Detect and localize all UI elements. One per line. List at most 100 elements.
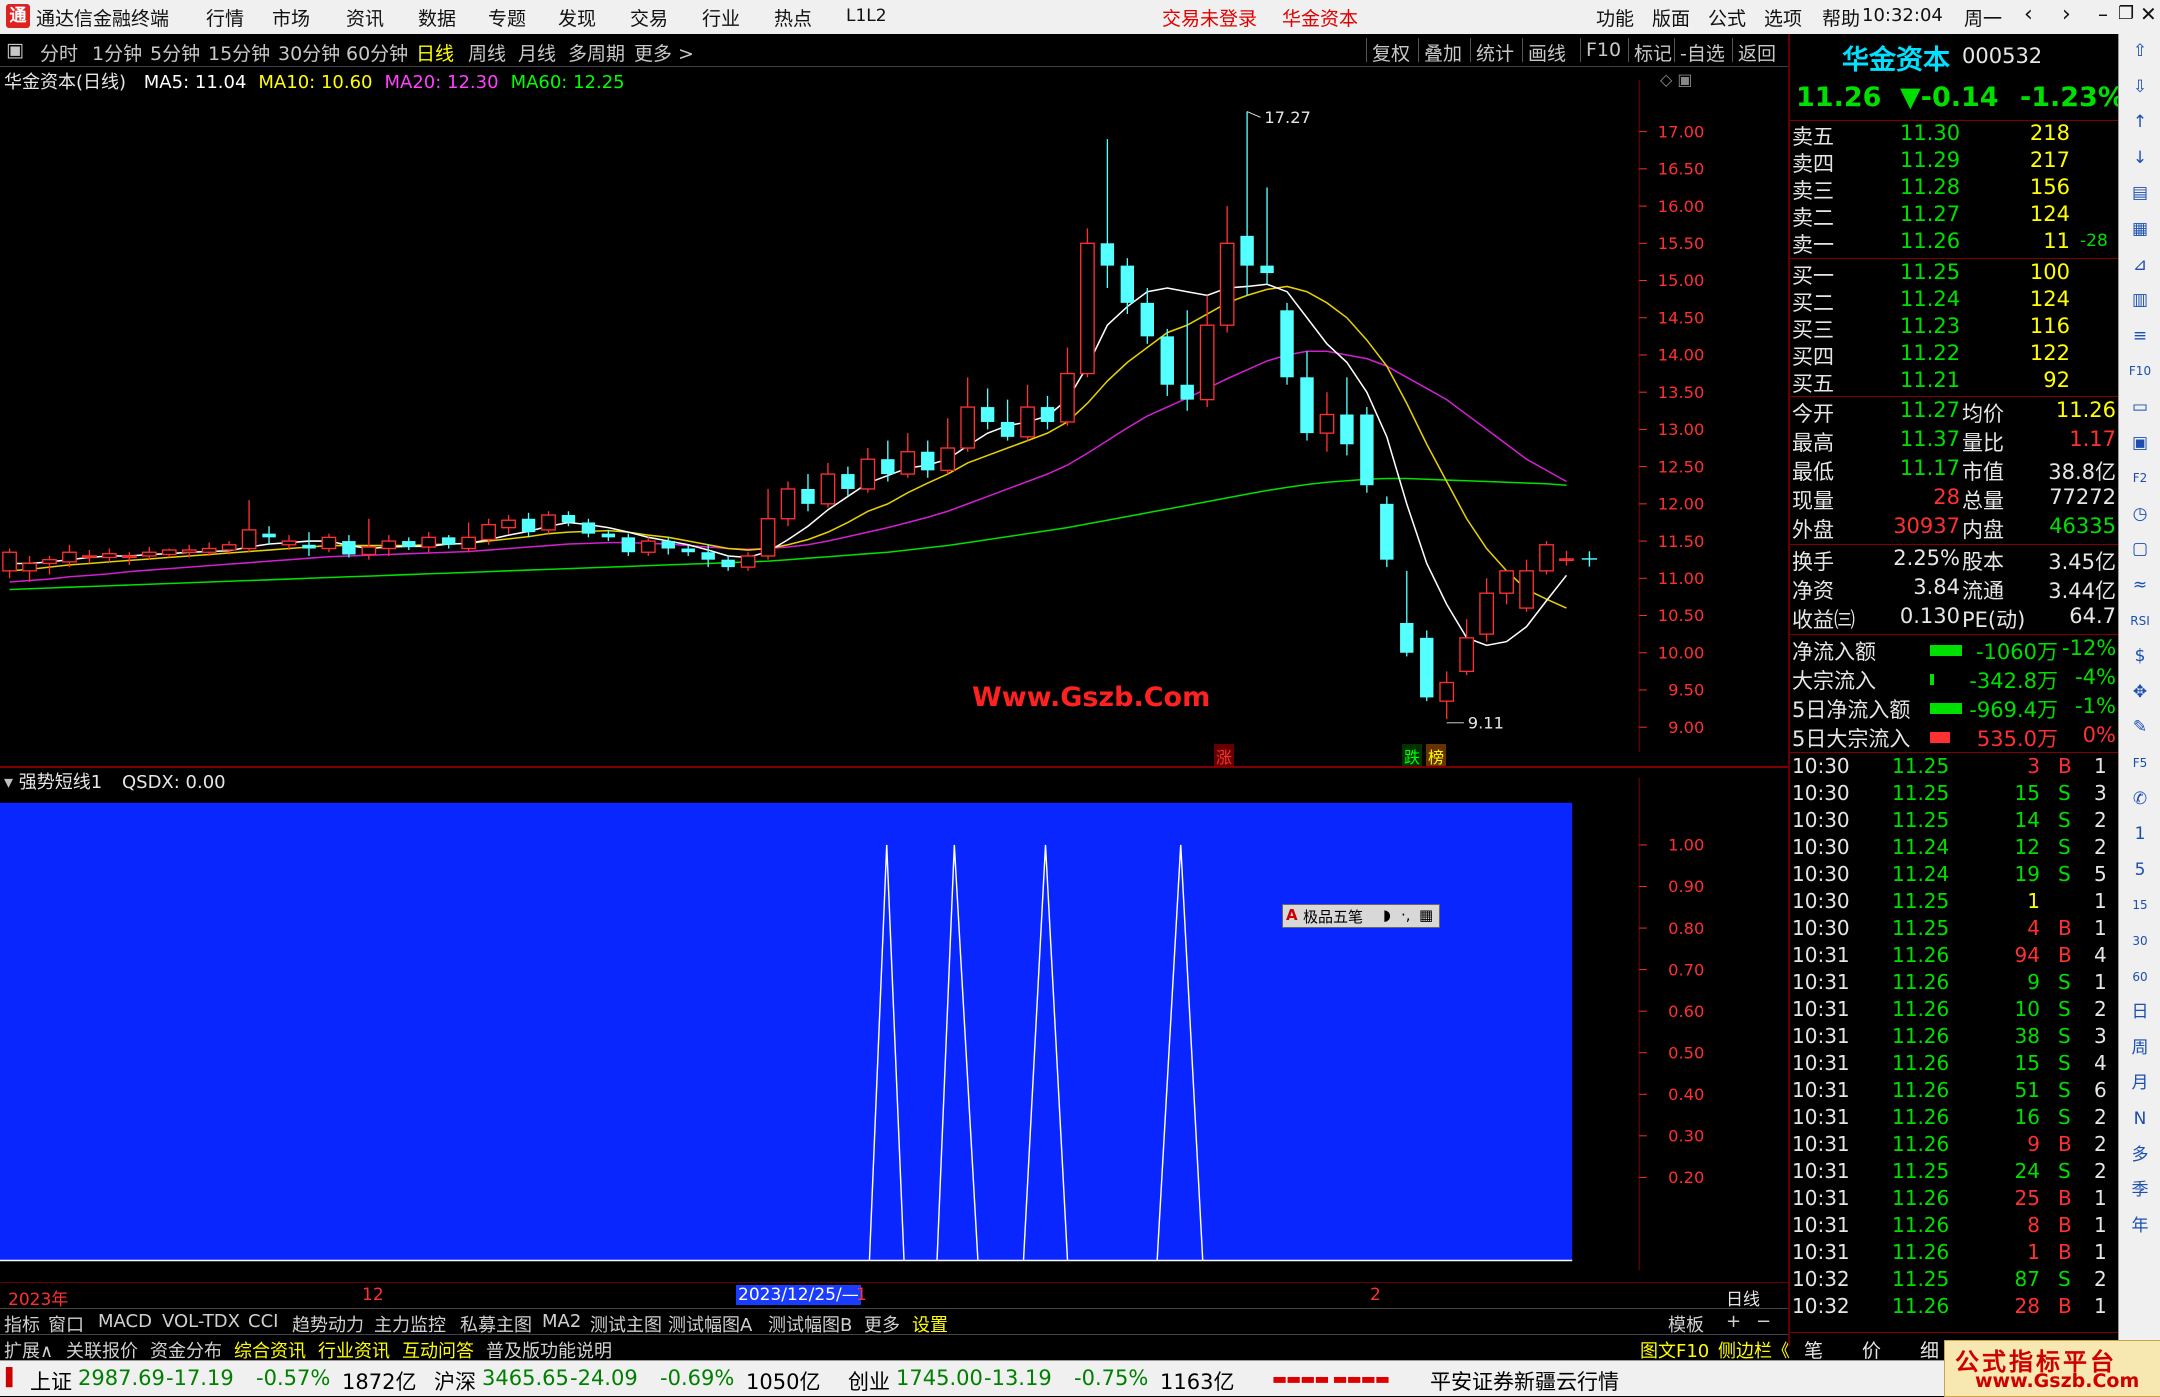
indicator-tab-3[interactable]: VOL-TDX xyxy=(162,1311,240,1332)
tool-4[interactable]: F10 xyxy=(1586,39,1621,61)
ime-punct-icon[interactable]: ·, xyxy=(1401,906,1411,924)
right-menu-3[interactable]: 选项 xyxy=(1764,4,1802,31)
side-icon-11[interactable]: ▣ xyxy=(2127,430,2153,456)
side-icon-29[interactable]: 月 xyxy=(2127,1070,2153,1096)
menu-6[interactable]: 交易 xyxy=(630,4,668,31)
ask-price-2[interactable]: 11.28 xyxy=(1900,175,1960,199)
period-tab-2[interactable]: 5分钟 xyxy=(150,39,200,66)
period-tab-8[interactable]: 月线 xyxy=(518,39,556,66)
side-icon-16[interactable]: RSI xyxy=(2127,608,2153,634)
minimize-icon[interactable]: – xyxy=(2098,2,2108,26)
ask-price-4[interactable]: 11.26 xyxy=(1900,229,1960,253)
marker-up[interactable]: 涨 xyxy=(1214,744,1235,768)
ask-price-1[interactable]: 11.29 xyxy=(1900,148,1960,172)
period-tab-9[interactable]: 多周期 xyxy=(568,39,625,66)
close-icon[interactable]: ✕ xyxy=(2140,2,2157,26)
tool-0[interactable]: 复权 xyxy=(1372,39,1410,66)
side-icon-24[interactable]: 15 xyxy=(2127,892,2153,918)
indicator-tab-8[interactable]: MA2 xyxy=(542,1311,581,1332)
restore-icon[interactable]: ❐ xyxy=(2118,3,2134,24)
index-name-0[interactable]: 上证 xyxy=(30,1366,72,1396)
side-icon-30[interactable]: N xyxy=(2127,1106,2153,1132)
bid-price-3[interactable]: 11.22 xyxy=(1900,341,1960,365)
tool-1[interactable]: 叠加 xyxy=(1424,39,1462,66)
signal-icon[interactable]: ▬▬▬▬ ▬▬▬▬ xyxy=(1272,1369,1390,1388)
side-icon-8[interactable]: ≡ xyxy=(2127,323,2153,349)
side-icon-19[interactable]: ✎ xyxy=(2127,714,2153,740)
bid-price-0[interactable]: 11.25 xyxy=(1900,260,1960,284)
side-icon-21[interactable]: ✆ xyxy=(2127,786,2153,812)
side-icon-31[interactable]: 多 xyxy=(2127,1142,2153,1168)
indicator-tab-4[interactable]: CCI xyxy=(248,1311,278,1332)
side-icon-12[interactable]: F2 xyxy=(2127,465,2153,491)
marker-down[interactable]: 跌 xyxy=(1402,744,1423,768)
tool-6[interactable]: -自选 xyxy=(1680,39,1725,66)
right-menu-0[interactable]: 功能 xyxy=(1596,4,1634,31)
side-icon-18[interactable]: ✥ xyxy=(2127,679,2153,705)
side-icon-3[interactable]: ↓ xyxy=(2127,145,2153,171)
side-icon-33[interactable]: 年 xyxy=(2127,1213,2153,1239)
ime-keyboard-icon[interactable]: ▦ xyxy=(1419,906,1433,924)
right-menu-4[interactable]: 帮助 xyxy=(1822,4,1860,31)
forward-icon[interactable]: › xyxy=(2062,2,2071,27)
index-name-2[interactable]: 创业 xyxy=(848,1366,890,1396)
collapse-icon[interactable]: ▣ xyxy=(6,39,24,61)
tool-7[interactable]: 返回 xyxy=(1738,39,1776,66)
side-icon-22[interactable]: 1 xyxy=(2127,821,2153,847)
period-tab-6[interactable]: 日线 xyxy=(416,39,454,66)
side-icon-0[interactable]: ⇧ xyxy=(2127,38,2153,64)
menu-5[interactable]: 发现 xyxy=(558,4,596,31)
trade-status[interactable]: 交易未登录 xyxy=(1162,4,1257,31)
menu-2[interactable]: 资讯 xyxy=(346,4,384,31)
index-name-1[interactable]: 沪深 xyxy=(434,1366,476,1396)
side-icon-14[interactable]: ▢ xyxy=(2127,536,2153,562)
side-icon-26[interactable]: 60 xyxy=(2127,964,2153,990)
side-icon-9[interactable]: F10 xyxy=(2127,358,2153,384)
menu-0[interactable]: 行情 xyxy=(206,4,244,31)
side-icon-1[interactable]: ⇩ xyxy=(2127,74,2153,100)
side-icon-6[interactable]: ⊿ xyxy=(2127,252,2153,278)
bid-price-2[interactable]: 11.23 xyxy=(1900,314,1960,338)
menu-7[interactable]: 行业 xyxy=(702,4,740,31)
right-menu-1[interactable]: 版面 xyxy=(1652,4,1690,31)
menu-8[interactable]: 热点 xyxy=(774,4,812,31)
side-icon-5[interactable]: ▦ xyxy=(2127,216,2153,242)
side-icon-15[interactable]: ≈ xyxy=(2127,572,2153,598)
tool-2[interactable]: 统计 xyxy=(1476,39,1514,66)
ime-moon-icon[interactable]: ◗ xyxy=(1383,906,1391,924)
ime-toolbar[interactable]: A 极品五笔 ◗ ·, ▦ xyxy=(1282,904,1440,928)
tool-3[interactable]: 画线 xyxy=(1528,39,1566,66)
menu-4[interactable]: 专题 xyxy=(488,4,526,31)
side-icon-27[interactable]: 日 xyxy=(2127,999,2153,1025)
ask-price-3[interactable]: 11.27 xyxy=(1900,202,1960,226)
marker-rank[interactable]: 榜 xyxy=(1426,744,1447,768)
side-icon-2[interactable]: ↑ xyxy=(2127,109,2153,135)
template-tab-1[interactable]: + xyxy=(1726,1311,1741,1332)
period-tab-3[interactable]: 15分钟 xyxy=(208,39,270,66)
back-icon[interactable]: ‹ xyxy=(2024,2,2033,27)
quote-tab-0[interactable]: 笔 xyxy=(1804,1336,1823,1363)
quote-tab-2[interactable]: 细 xyxy=(1920,1336,1939,1363)
side-icon-13[interactable]: ◷ xyxy=(2127,501,2153,527)
candlestick-chart[interactable]: 17.00 16.50 16.00 15.50 15.00 14.50 14.00 13.50… xyxy=(0,66,1712,766)
period-tab-5[interactable]: 60分钟 xyxy=(346,39,408,66)
indicator-tab-2[interactable]: MACD xyxy=(98,1311,152,1332)
period-tab-10[interactable]: 更多 > xyxy=(634,39,694,66)
template-tab-2[interactable]: − xyxy=(1756,1311,1771,1332)
menu-1[interactable]: 市场 xyxy=(272,4,310,31)
period-tab-7[interactable]: 周线 xyxy=(468,39,506,66)
bid-price-4[interactable]: 11.21 xyxy=(1900,368,1960,392)
quote-tab-1[interactable]: 价 xyxy=(1862,1336,1881,1363)
menu-3[interactable]: 数据 xyxy=(418,4,456,31)
ask-price-0[interactable]: 11.30 xyxy=(1900,121,1960,145)
period-tab-1[interactable]: 1分钟 xyxy=(92,39,142,66)
period-tab-0[interactable]: 分时 xyxy=(40,39,78,66)
side-icon-7[interactable]: ▥ xyxy=(2127,287,2153,313)
status-index-icon[interactable]: ▌ xyxy=(6,1368,19,1388)
side-icon-20[interactable]: F5 xyxy=(2127,750,2153,776)
indicator-chart[interactable]: 1.00 0.90 0.80 0.70 0.60 0.50 0.40 0.30 0.20 xyxy=(0,768,1712,1280)
side-icon-17[interactable]: $ xyxy=(2127,643,2153,669)
side-icon-32[interactable]: 季 xyxy=(2127,1177,2153,1203)
side-icon-4[interactable]: ▤ xyxy=(2127,180,2153,206)
side-icon-28[interactable]: 周 xyxy=(2127,1035,2153,1061)
